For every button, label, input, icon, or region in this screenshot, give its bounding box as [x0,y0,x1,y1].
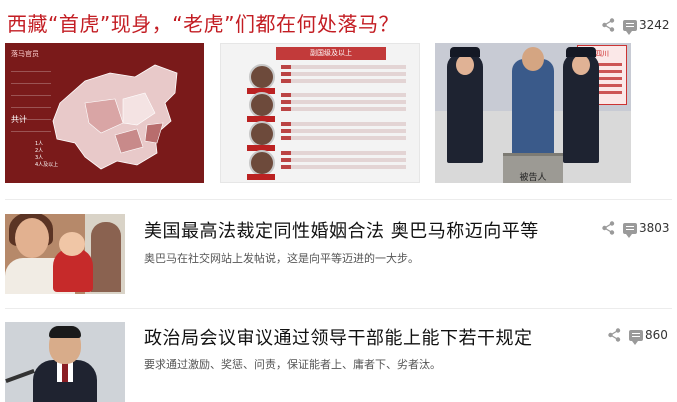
legend-item: 4人及以上 [35,162,59,168]
share-icon[interactable] [608,328,621,342]
list-item[interactable]: 美国最高法裁定同性婚姻合法 奥巴马称迈向平等 奥巴马在社交网站上发帖说，这是向平… [0,212,677,308]
comment-link[interactable]: 3242 [623,18,670,35]
official-row [247,92,414,122]
defendant [512,59,554,164]
official-photo [249,64,275,90]
item-meta: 860 [608,328,668,345]
item-meta: 3803 [602,221,670,238]
top-story-title[interactable]: 西藏“首虎”现身，“老虎”们都在何处落马？ [7,8,399,37]
item-summary: 要求通过激励、奖惩、问责，保证能者上、庸者下、劣者汰。 [144,358,441,371]
item-title[interactable]: 政治局会议审议通过领导干部能上能下若干规定 [144,324,533,350]
comment-count: 3803 [639,221,670,235]
map-legend: 1人 2人 3人 4人及以上 [35,141,58,169]
item-thumbnail[interactable] [5,214,125,294]
gallery-image-trial-photo[interactable]: 四川 被告人 [435,43,631,183]
divider [5,199,672,200]
comment-icon [629,329,643,345]
official-photo [249,92,275,118]
item-title[interactable]: 美国最高法裁定同性婚姻合法 奥巴马称迈向平等 [144,217,539,243]
official-photo [249,150,275,176]
comment-link[interactable]: 860 [629,328,668,345]
official-photo [249,121,275,147]
legend-item: 1人 [35,141,44,147]
list-header: 副国级及以上 [276,47,386,60]
comment-count: 3242 [639,18,670,32]
top-story[interactable]: 西藏“首虎”现身，“老虎”们都在何处落马？ 3242 落马官员 共计 1人 2人… [0,0,677,200]
item-thumbnail[interactable] [5,322,125,402]
defendant-dock: 被告人 [503,153,563,183]
top-story-meta: 3242 [602,18,670,35]
map-title: 落马官员 [11,50,39,58]
legend-item: 3人 [35,155,44,161]
map-total-label: 共计 [11,115,27,124]
dock-label: 被告人 [519,173,547,183]
item-summary: 奥巴马在社交网站上发帖说，这是向平等迈进的一大步。 [144,252,419,265]
legend-item: 2人 [35,148,44,154]
gallery-image-map[interactable]: 落马官员 共计 1人 2人 3人 4人及以上 [5,43,204,183]
news-feed: 西藏“首虎”现身，“老虎”们都在何处落马？ 3242 落马官员 共计 1人 2人… [0,0,677,402]
divider [5,308,672,309]
comment-icon [623,222,637,238]
official-row [247,121,414,151]
share-icon[interactable] [602,18,615,32]
comment-link[interactable]: 3803 [623,221,670,238]
list-item[interactable]: 政治局会议审议通过领导干部能上能下若干规定 要求通过激励、奖惩、问责，保证能者上… [0,320,677,402]
comment-count: 860 [645,328,668,342]
official-row [247,64,414,94]
comment-icon [623,19,637,35]
share-icon[interactable] [602,221,615,235]
official-row [247,150,414,180]
gallery-image-official-list[interactable]: 副国级及以上 [220,43,420,183]
